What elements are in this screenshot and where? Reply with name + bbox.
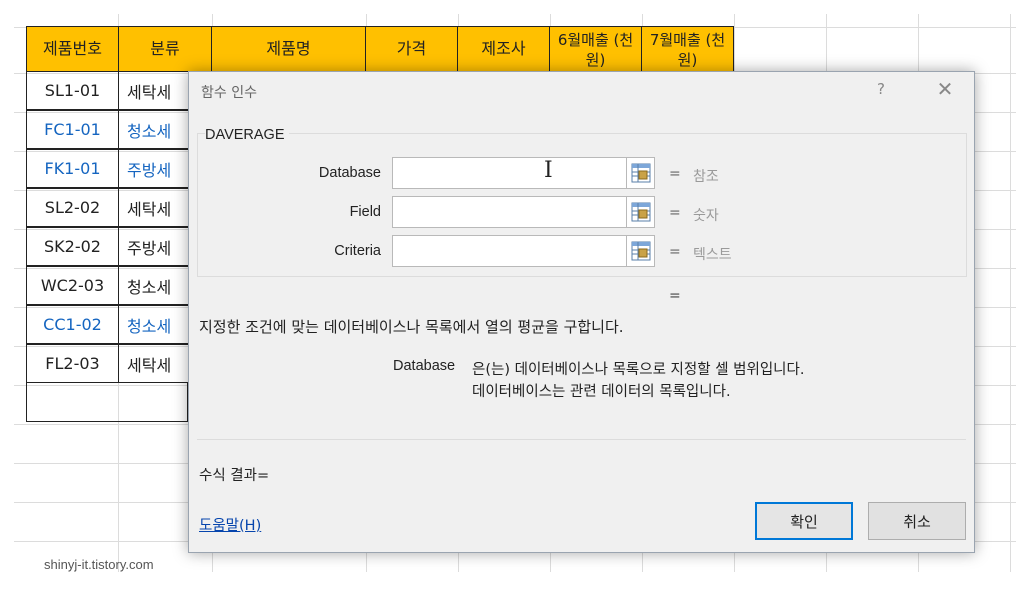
field-label: Field: [349, 204, 381, 220]
header-price[interactable]: 가격: [365, 26, 458, 72]
function-name: DAVERAGE: [205, 127, 289, 143]
header-manufacturer[interactable]: 제조사: [457, 26, 550, 72]
database-hint: 참조: [693, 169, 719, 185]
field-input[interactable]: [392, 196, 627, 228]
range-select-icon: [631, 241, 650, 261]
header-product-name[interactable]: 제품명: [211, 26, 366, 72]
field-equals: =: [669, 205, 681, 221]
watermark: shinyj-it.tistory.com: [44, 557, 154, 572]
dialog-titlebar[interactable]: 함수 인수 ? ✕: [189, 72, 974, 110]
product-code-cell[interactable]: FK1-01: [26, 149, 119, 188]
database-input[interactable]: [392, 157, 627, 189]
range-select-icon: [631, 163, 650, 183]
text-cursor-icon: I: [544, 158, 553, 183]
criteria-equals: =: [669, 244, 681, 260]
header-category[interactable]: 분류: [118, 26, 212, 72]
range-select-icon: [631, 202, 650, 222]
argument-name: Database: [393, 358, 456, 374]
product-code-cell[interactable]: SK2-02: [26, 227, 119, 266]
function-description: 지정한 조건에 맞는 데이터베이스나 목록에서 열의 평균을 구합니다.: [199, 318, 624, 336]
header-june-sales[interactable]: 6월매출 (천원): [549, 26, 642, 72]
product-code-cell[interactable]: SL2-02: [26, 188, 119, 227]
cancel-button[interactable]: 취소: [868, 502, 966, 540]
database-label: Database: [318, 165, 381, 181]
product-code-cell[interactable]: SL1-01: [26, 71, 119, 110]
formula-result: 수식 결과=: [199, 468, 270, 484]
dialog-title: 함수 인수: [201, 85, 257, 101]
criteria-input[interactable]: [392, 235, 627, 267]
product-code-cell[interactable]: FC1-01: [26, 110, 119, 149]
header-july-sales[interactable]: 7월매출 (천원): [641, 26, 734, 72]
argument-description-line2: 데이터베이스는 관련 데이터의 목록입니다.: [472, 384, 731, 400]
empty-row[interactable]: [26, 383, 188, 422]
criteria-range-button[interactable]: [627, 235, 655, 267]
grid-column-line: [1010, 14, 1011, 572]
database-range-button[interactable]: [627, 157, 655, 189]
product-code-cell[interactable]: WC2-03: [26, 266, 119, 305]
argument-description-line1: 은(는) 데이터베이스나 목록으로 지정할 셀 범위입니다.: [472, 362, 805, 378]
help-icon[interactable]: ?: [877, 80, 885, 98]
divider: [197, 439, 966, 440]
ok-button[interactable]: 확인: [755, 502, 853, 540]
field-hint: 숫자: [693, 208, 719, 224]
criteria-hint: 텍스트: [693, 247, 732, 263]
criteria-label: Criteria: [334, 243, 381, 259]
close-icon[interactable]: ✕: [933, 77, 957, 101]
database-equals: =: [669, 166, 681, 182]
product-code-cell[interactable]: FL2-03: [26, 344, 119, 383]
help-link[interactable]: 도움말(H): [199, 514, 261, 535]
function-arguments-dialog: 함수 인수 ? ✕ DAVERAGE Database = 참조 I Field: [188, 71, 975, 553]
function-result-equals: =: [669, 288, 681, 304]
product-code-cell[interactable]: CC1-02: [26, 305, 119, 344]
field-range-button[interactable]: [627, 196, 655, 228]
header-product-code[interactable]: 제품번호: [26, 26, 119, 72]
